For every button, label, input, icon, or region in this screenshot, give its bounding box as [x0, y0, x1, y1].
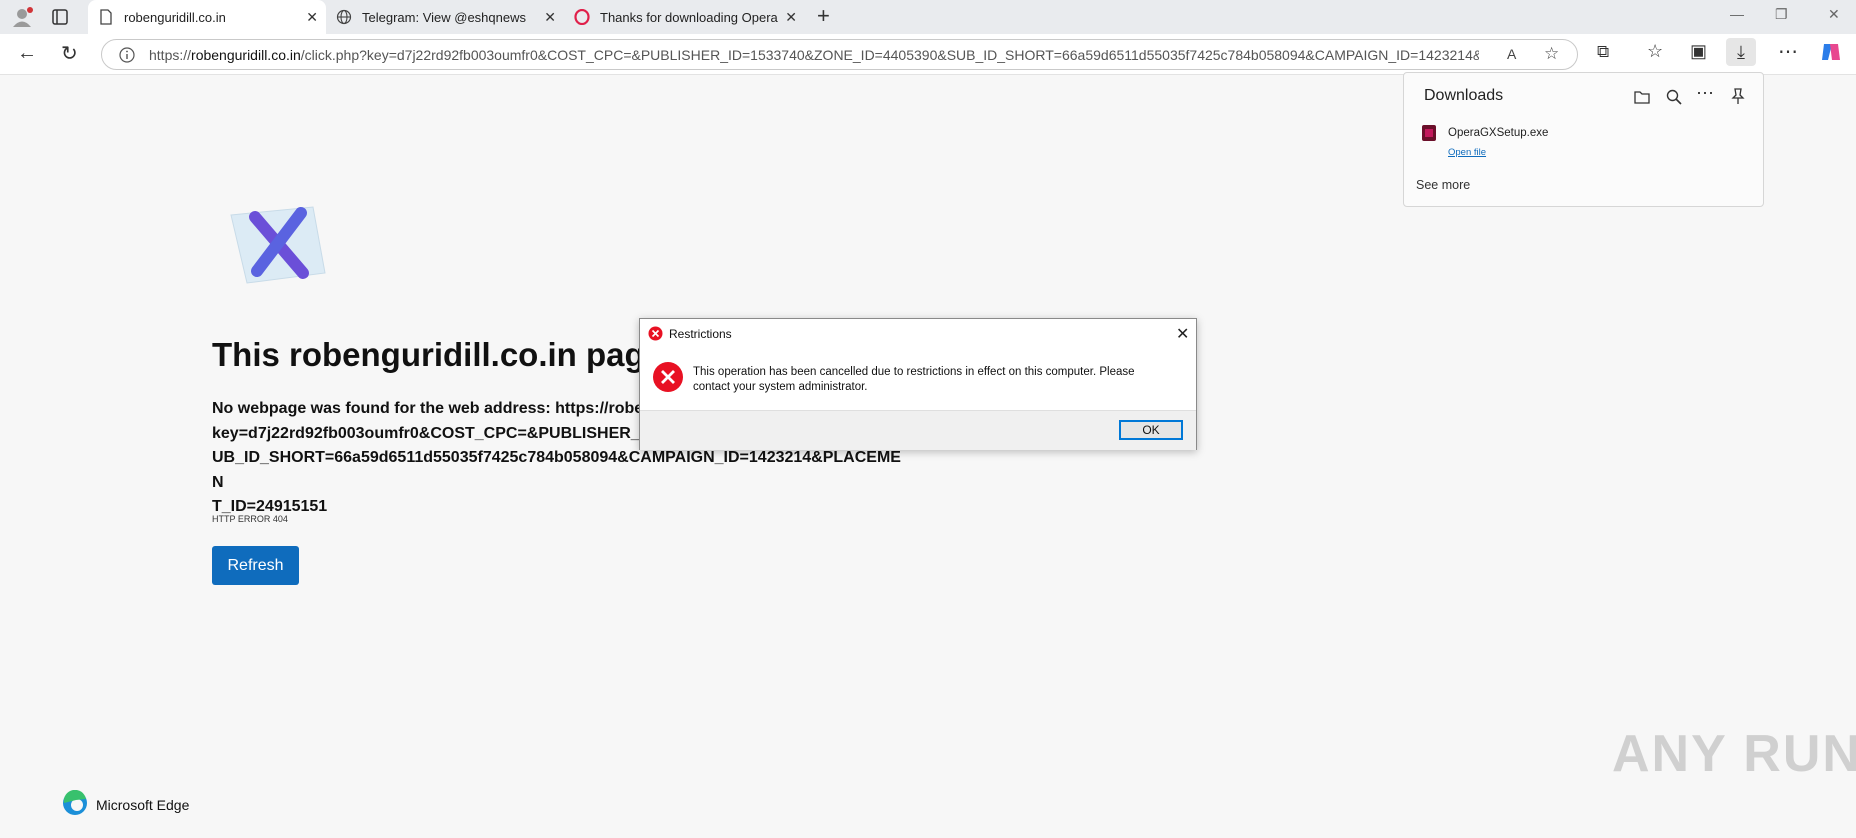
download-file-name[interactable]: OperaGXSetup.exe: [1448, 127, 1548, 139]
anyrun-watermark: ANY RUN: [1612, 725, 1856, 783]
url-text[interactable]: https://robenguridill.co.in/click.php?ke…: [149, 47, 1479, 63]
error-small-icon: [648, 326, 663, 346]
tab-strip: robenguridill.co.in ✕ Telegram: View @es…: [0, 0, 1856, 34]
open-file-link[interactable]: Open file: [1448, 147, 1486, 158]
copilot-icon[interactable]: [1820, 42, 1842, 67]
reload-icon[interactable]: ↻: [61, 41, 78, 66]
restrictions-dialog: Restrictions ✕ This operation has been c…: [639, 318, 1197, 450]
page-title: This robenguridill.co.in page c: [212, 336, 691, 373]
error-icon: [652, 361, 684, 398]
add-favorite-icon[interactable]: ☆: [1544, 44, 1559, 64]
ok-button[interactable]: OK: [1119, 420, 1183, 440]
collections-icon[interactable]: ▣: [1690, 41, 1707, 62]
restore-icon[interactable]: ❐: [1775, 6, 1788, 23]
globe-icon: [336, 9, 352, 25]
favorites-icon[interactable]: ☆: [1647, 41, 1663, 62]
tab-label: Thanks for downloading Opera: [600, 9, 778, 25]
search-icon[interactable]: [1666, 89, 1682, 110]
dialog-message: This operation has been cancelled due to…: [693, 366, 1135, 393]
tab-label: Telegram: View @eshqnews: [362, 9, 526, 25]
brand-label: Microsoft Edge: [96, 796, 190, 813]
refresh-button[interactable]: Refresh: [212, 546, 299, 585]
dialog-title: Restrictions: [669, 327, 732, 341]
minimize-icon[interactable]: —: [1730, 6, 1744, 22]
new-tab-button[interactable]: +: [817, 3, 830, 29]
tab-telegram[interactable]: Telegram: View @eshqnews ✕: [326, 0, 564, 34]
see-more-link[interactable]: See more: [1416, 178, 1470, 192]
error-illustration-icon: [225, 203, 331, 290]
site-info-icon[interactable]: [119, 47, 135, 68]
extensions-icon[interactable]: ⧉: [1597, 42, 1609, 62]
downloads-panel: Downloads ⋯ OperaGXSetup.exe Open file S…: [1403, 72, 1764, 207]
tab-actions-icon[interactable]: [52, 9, 68, 30]
window-close-icon[interactable]: ✕: [1828, 6, 1840, 23]
downloads-icon[interactable]: ⤓: [1726, 38, 1756, 66]
downloads-title: Downloads: [1424, 87, 1504, 104]
tab-opera[interactable]: Thanks for downloading Opera ✕: [564, 0, 805, 34]
dialog-footer: [640, 410, 1196, 450]
error-code: HTTP ERROR 404: [212, 514, 288, 524]
dialog-close-icon[interactable]: ✕: [1176, 324, 1189, 344]
close-tab-icon[interactable]: ✕: [544, 9, 556, 26]
edge-logo-icon: [62, 789, 88, 819]
close-tab-icon[interactable]: ✕: [306, 9, 318, 26]
back-icon[interactable]: ←: [17, 42, 37, 65]
more-options-icon[interactable]: ⋯: [1696, 83, 1714, 104]
pin-icon[interactable]: [1730, 87, 1746, 110]
tab-robenguridill[interactable]: robenguridill.co.in ✕: [88, 0, 326, 34]
close-tab-icon[interactable]: ✕: [785, 9, 797, 26]
page-icon: [98, 9, 114, 25]
profile-icon[interactable]: [10, 6, 34, 33]
description-line: T_ID=24915151: [212, 498, 328, 515]
opera-icon: [574, 9, 590, 25]
address-bar[interactable]: https://robenguridill.co.in/click.php?ke…: [101, 39, 1578, 70]
edge-brand: Microsoft Edge: [62, 789, 190, 819]
file-icon: [1422, 125, 1436, 146]
more-menu-icon[interactable]: ⋯: [1778, 39, 1798, 64]
open-folder-icon[interactable]: [1634, 90, 1650, 109]
read-aloud-icon[interactable]: A: [1507, 46, 1516, 62]
tab-label: robenguridill.co.in: [124, 9, 226, 25]
description-line: UB_ID_SHORT=66a59d6511d55035f7425c784b05…: [212, 449, 901, 491]
